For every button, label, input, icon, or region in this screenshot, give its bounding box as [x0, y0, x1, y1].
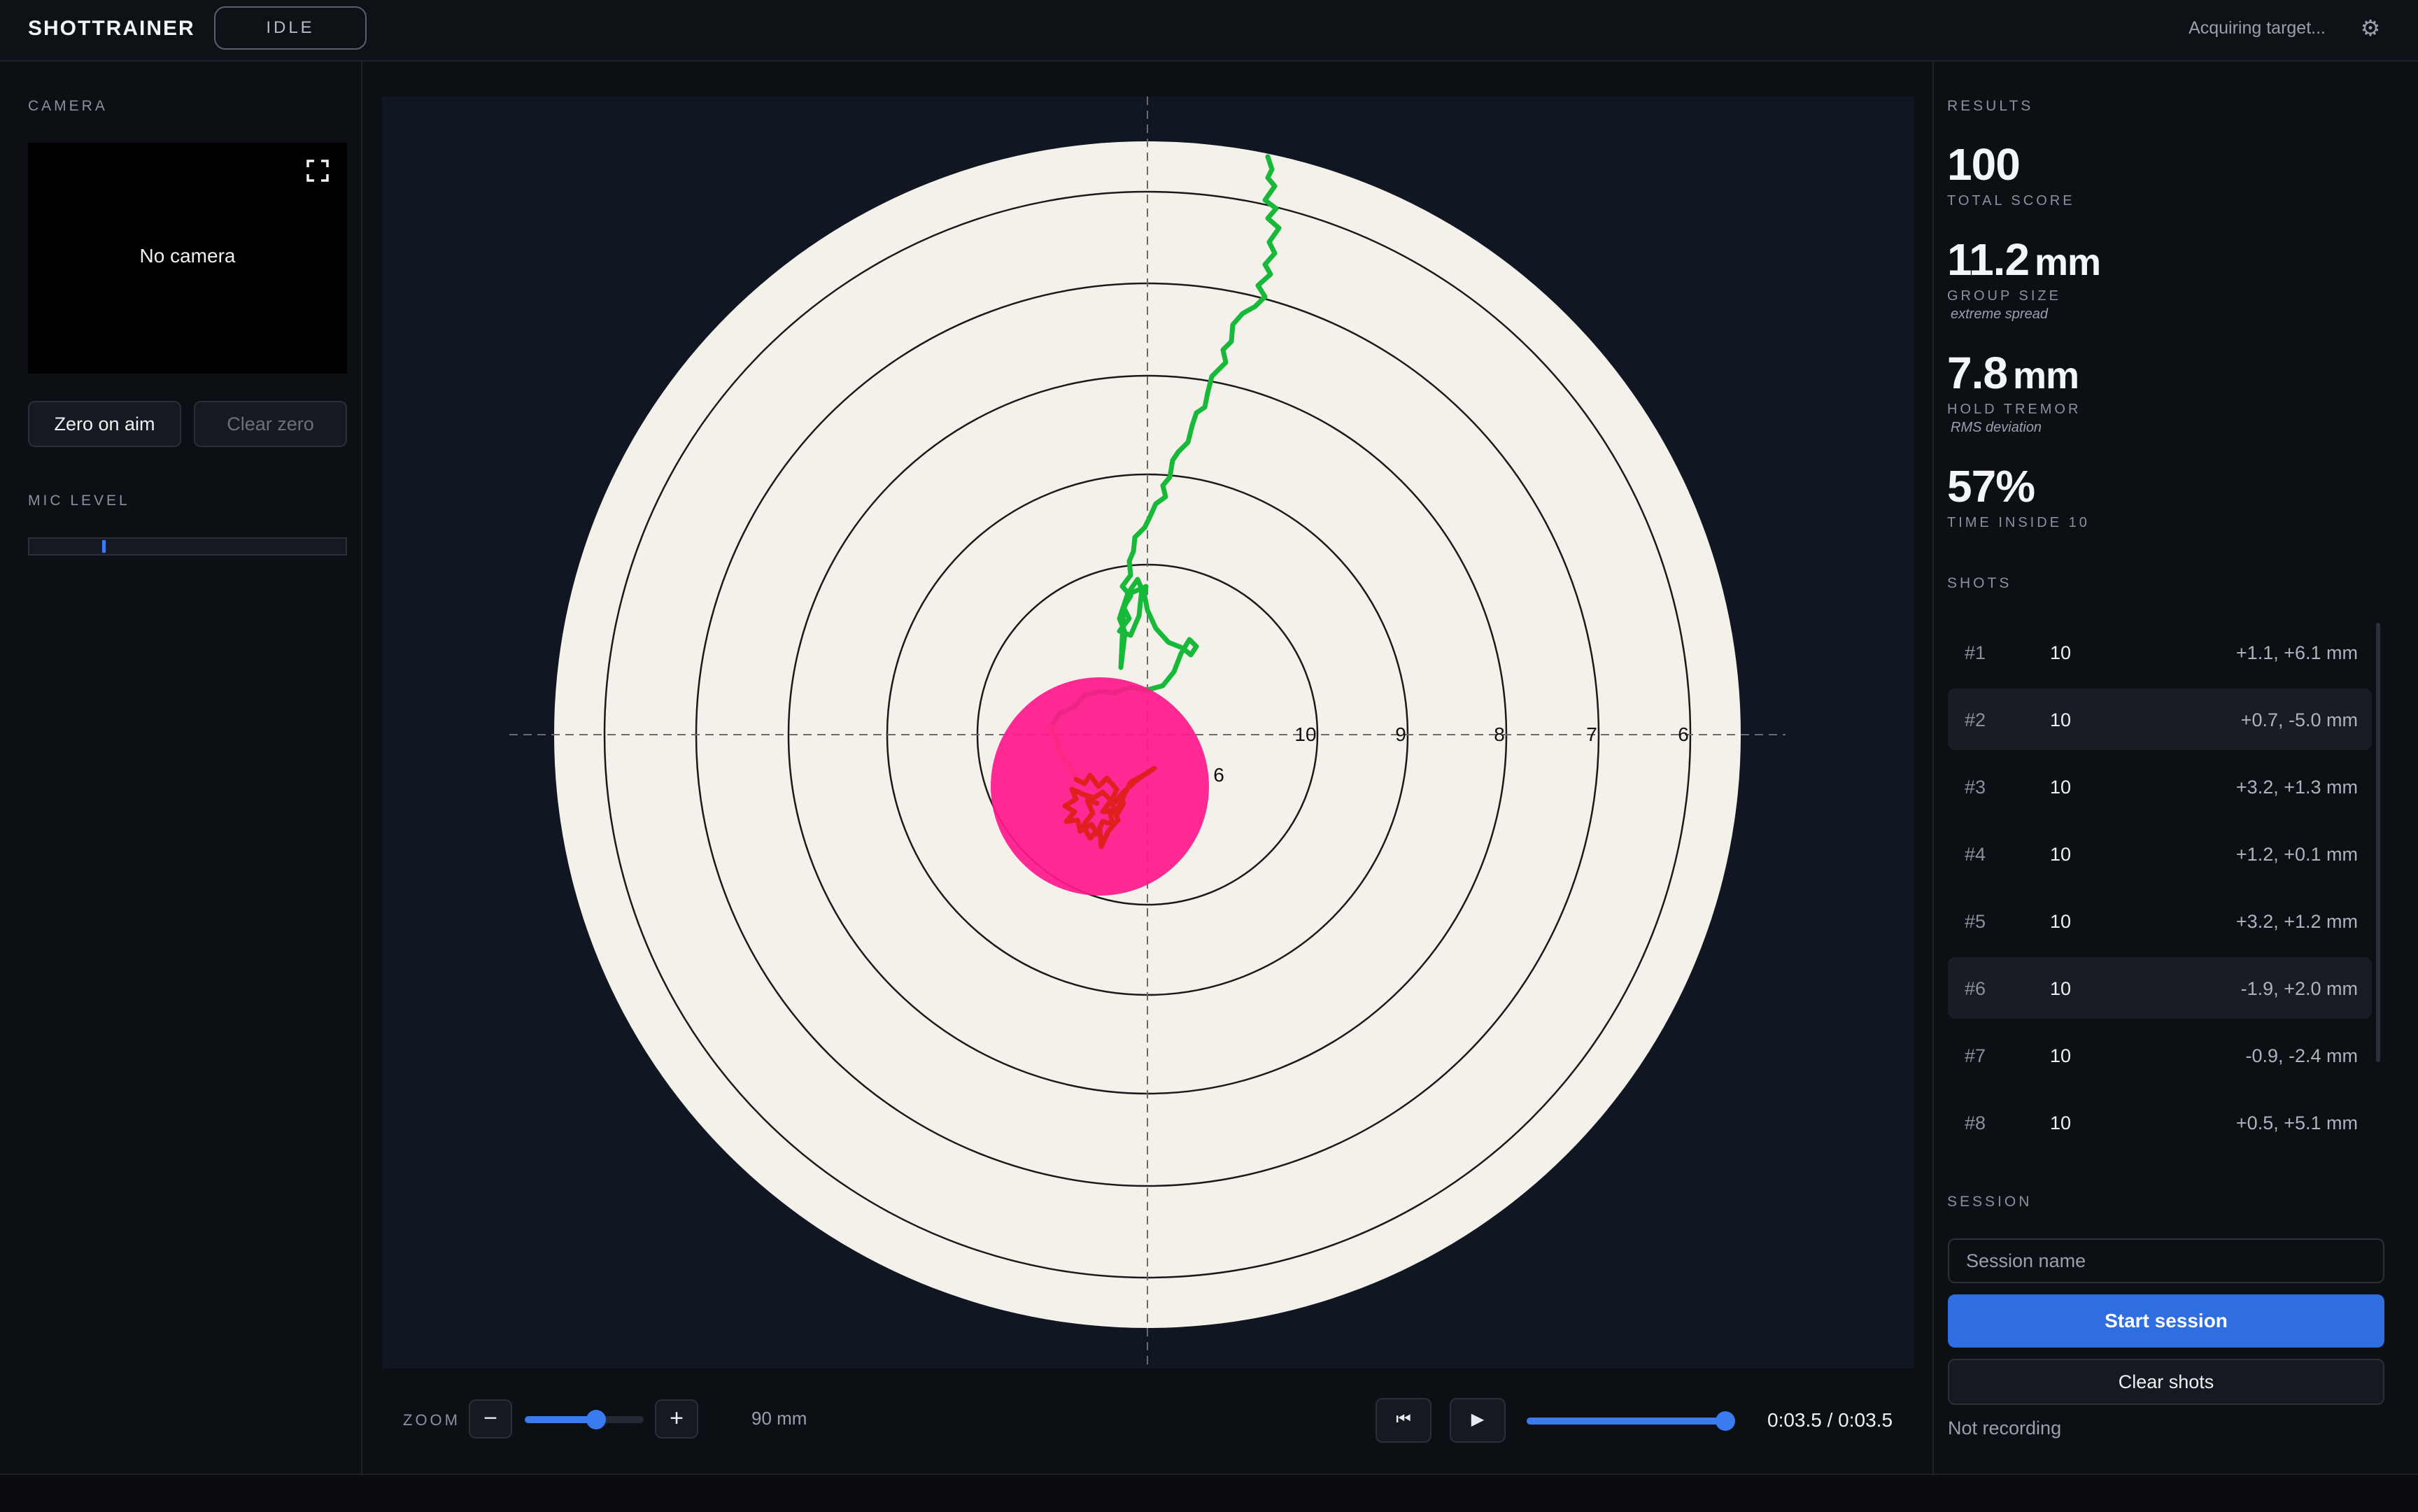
shot-row[interactable]: #2 10 +0.7, -5.0 mm: [1948, 688, 2372, 750]
zero-on-aim-button[interactable]: Zero on aim: [28, 401, 181, 447]
status-text: Acquiring target...: [2189, 18, 2326, 38]
shot-offset: +3.2, +1.3 mm: [2235, 777, 2358, 798]
camera-section-label: CAMERA: [28, 98, 108, 114]
zoom-in-button[interactable]: +: [655, 1399, 698, 1439]
zoom-slider-thumb[interactable]: [586, 1410, 606, 1429]
left-panel: CAMERA No camera Zero on aim Clear zero …: [0, 62, 362, 1474]
hold-tremor-value: 7.8 mm: [1947, 348, 2079, 398]
shot-row[interactable]: #7 10 -0.9, -2.4 mm: [1948, 1024, 2372, 1086]
ring-label-9: 9: [1395, 723, 1406, 745]
shot-number: #3: [1965, 777, 1986, 798]
hold-tremor-note: RMS deviation: [1951, 420, 2042, 435]
ring-label-8: 8: [1494, 723, 1505, 745]
shot-offset: +0.5, +5.1 mm: [2235, 1112, 2358, 1133]
shot-number: #8: [1965, 1112, 1986, 1133]
impact-ring-label: 6: [1213, 764, 1224, 786]
ring-label-10: 10: [1294, 723, 1316, 745]
shot-number: #6: [1965, 978, 1986, 999]
zoom-out-button[interactable]: −: [469, 1399, 512, 1439]
shot-offset: -1.9, +2.0 mm: [2240, 978, 2358, 999]
group-size-label: GROUP SIZE: [1947, 288, 2061, 304]
recording-status: Not recording: [1948, 1418, 2062, 1439]
shot-number: #5: [1965, 911, 1986, 932]
shot-row[interactable]: #6 10 -1.9, +2.0 mm: [1948, 957, 2372, 1019]
mic-section-label: MIC LEVEL: [28, 493, 130, 509]
total-score-value: 100: [1947, 139, 2021, 190]
shot-number: #4: [1965, 844, 1986, 865]
shot-score: 10: [2050, 1045, 2072, 1066]
time-inside-value: 57%: [1947, 461, 2035, 511]
shot-row[interactable]: #3 10 +3.2, +1.3 mm: [1948, 756, 2372, 817]
results-section-label: RESULTS: [1947, 98, 2034, 114]
zoom-label: ZOOM: [403, 1411, 460, 1429]
ring-label-6: 6: [1678, 723, 1689, 745]
total-score-label: TOTAL SCORE: [1947, 193, 2075, 209]
shot-score: 10: [2050, 844, 2072, 865]
target-stage[interactable]: 10 9 8 7 6 6: [382, 97, 1914, 1369]
clear-zero-button[interactable]: Clear zero: [194, 401, 347, 447]
shot-score: 10: [2050, 1112, 2072, 1133]
group-size-note: extreme spread: [1951, 306, 2048, 322]
shot-number: #1: [1965, 642, 1986, 663]
target-area: 10 9 8 7 6 6 ZOOM − + 90 mm ⏮ ▶ 0:03.5 /…: [362, 62, 1932, 1474]
state-badge[interactable]: IDLE: [214, 6, 367, 50]
mic-level-indicator: [101, 540, 106, 553]
target-canvas: 10 9 8 7 6 6: [509, 97, 1786, 1369]
shot-score: 10: [2050, 777, 2072, 798]
shot-offset: +1.2, +0.1 mm: [2235, 844, 2358, 865]
gear-icon[interactable]: ⚙: [2358, 14, 2383, 42]
rewind-button[interactable]: ⏮: [1376, 1398, 1431, 1443]
shot-offset: +1.1, +6.1 mm: [2235, 642, 2358, 663]
playback-time: 0:03.5 / 0:03.5: [1767, 1409, 1893, 1431]
expand-icon[interactable]: [306, 160, 329, 182]
footer-bar: [0, 1474, 2418, 1512]
shot-score: 10: [2050, 709, 2072, 730]
app-title: SHOTTRAINER: [28, 17, 195, 40]
hold-tremor-label: HOLD TREMOR: [1947, 402, 2081, 417]
zoom-slider[interactable]: [525, 1410, 644, 1429]
shot-score: 10: [2050, 911, 2072, 932]
camera-preview: No camera: [28, 143, 347, 374]
shot-number: #7: [1965, 1045, 1986, 1066]
shot-row[interactable]: #4 10 +1.2, +0.1 mm: [1948, 823, 2372, 884]
clear-shots-button[interactable]: Clear shots: [1948, 1359, 2384, 1405]
play-button[interactable]: ▶: [1450, 1398, 1506, 1443]
shot-offset: +0.7, -5.0 mm: [2240, 709, 2358, 730]
shot-score: 10: [2050, 642, 2072, 663]
session-name-input[interactable]: [1948, 1238, 2384, 1283]
shot-list-scrollbar[interactable]: [2376, 623, 2380, 1062]
shot-list[interactable]: #1 10 +1.1, +6.1 mm #2 10 +0.7, -5.0 mm #3 10 +3…: [1948, 621, 2373, 1159]
shot-offset: +3.2, +1.2 mm: [2235, 911, 2358, 932]
shots-section-label: SHOTS: [1947, 575, 2012, 591]
playback-scrubber-fill: [1527, 1418, 1725, 1425]
group-size-value: 11.2 mm: [1947, 234, 2101, 285]
zoom-slider-fill: [525, 1416, 596, 1423]
shot-row[interactable]: #5 10 +3.2, +1.2 mm: [1948, 890, 2372, 952]
shot-row[interactable]: #1 10 +1.1, +6.1 mm: [1948, 621, 2372, 683]
start-session-button[interactable]: Start session: [1948, 1294, 2384, 1348]
top-bar: SHOTTRAINER IDLE Acquiring target... ⚙: [0, 0, 2418, 62]
ring-label-7: 7: [1586, 723, 1597, 745]
mic-level-meter: [28, 537, 347, 556]
time-inside-label: TIME INSIDE 10: [1947, 515, 2090, 530]
shot-score: 10: [2050, 978, 2072, 999]
shot-number: #2: [1965, 709, 1986, 730]
shot-offset: -0.9, -2.4 mm: [2245, 1045, 2358, 1066]
playback-scrubber[interactable]: [1527, 1411, 1735, 1431]
shot-row[interactable]: #8 10 +0.5, +5.1 mm: [1948, 1091, 2372, 1153]
zoom-value: 90 mm: [751, 1408, 807, 1429]
camera-message: No camera: [139, 245, 236, 267]
session-section-label: SESSION: [1947, 1194, 2032, 1210]
playback-scrubber-thumb[interactable]: [1716, 1411, 1735, 1431]
